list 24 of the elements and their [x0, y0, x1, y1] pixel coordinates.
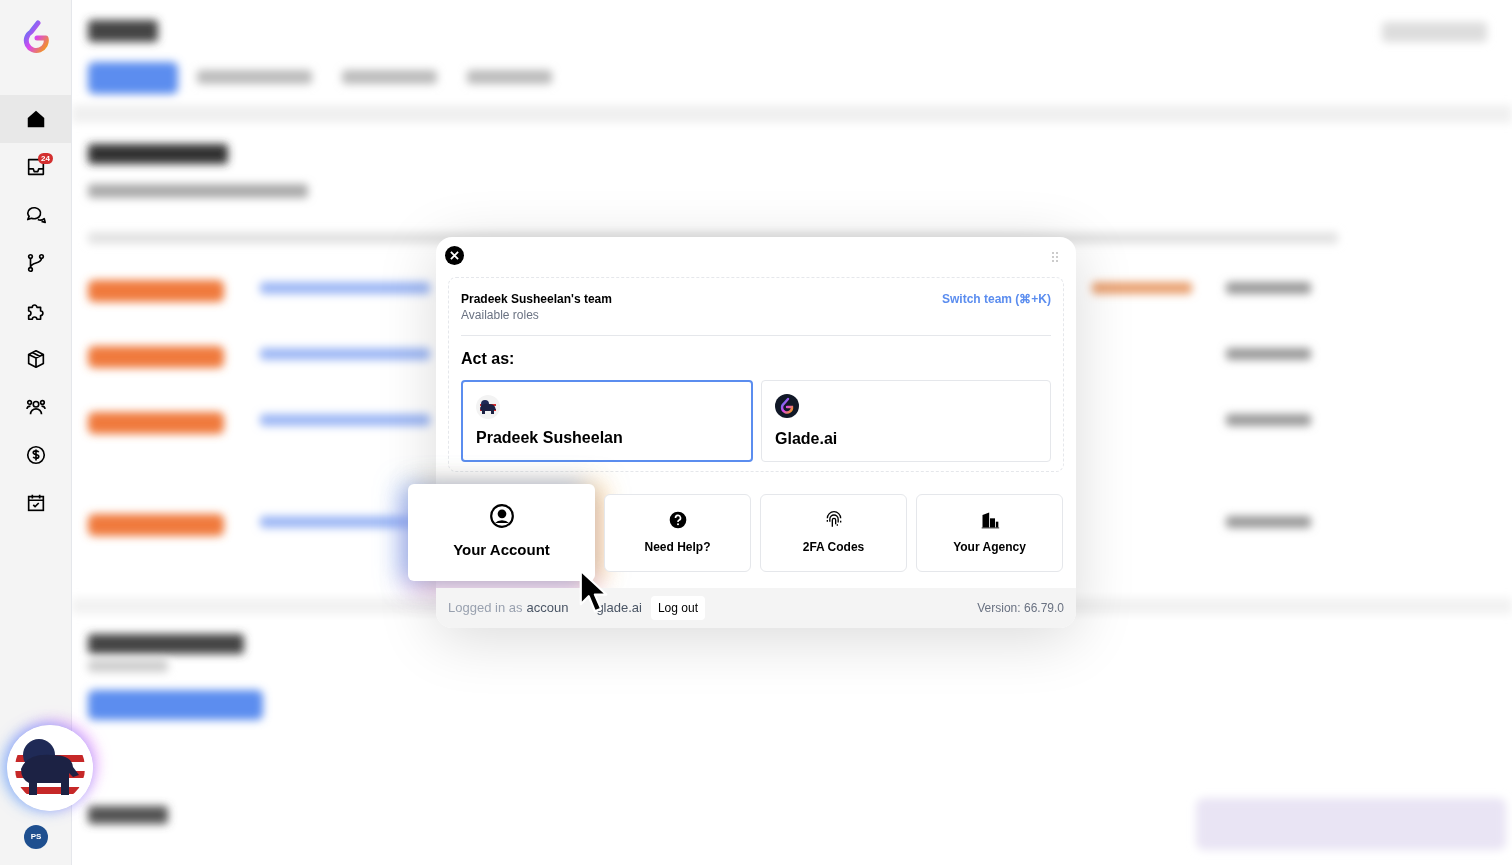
role-card[interactable]: Glade.ai [761, 380, 1051, 462]
help-icon [667, 509, 688, 530]
logged-in-text: Logged in as [448, 599, 523, 618]
nav-item[interactable]: 24 [0, 143, 71, 191]
account-email-text: accoun [526, 599, 569, 618]
notification-badge: 24 [38, 153, 53, 164]
version-text: Version: 66.79.0 [977, 600, 1064, 617]
act-as-label: Act as: [461, 349, 516, 369]
team-name: Pradeek Susheelan's team [461, 291, 612, 307]
chat-icon [24, 204, 47, 226]
close-button[interactable] [445, 246, 464, 265]
menu-tile[interactable]: Your Account [408, 484, 595, 581]
drag-handle-icon[interactable] [1052, 252, 1058, 262]
nav-item[interactable] [0, 95, 71, 143]
subtitle: Available roles [461, 307, 540, 323]
close-icon [450, 251, 459, 260]
logo-icon [775, 394, 799, 418]
account-icon [488, 503, 515, 530]
dollar-icon [24, 444, 47, 466]
log-out-button[interactable]: Log out [650, 596, 705, 620]
menu-tile[interactable]: Your Agency [916, 493, 1063, 572]
role-card[interactable]: Pradeek Susheelan [461, 380, 753, 462]
menu-tile[interactable]: Need Help? [604, 493, 751, 572]
menu-tile[interactable]: 2FA Codes [760, 493, 907, 572]
